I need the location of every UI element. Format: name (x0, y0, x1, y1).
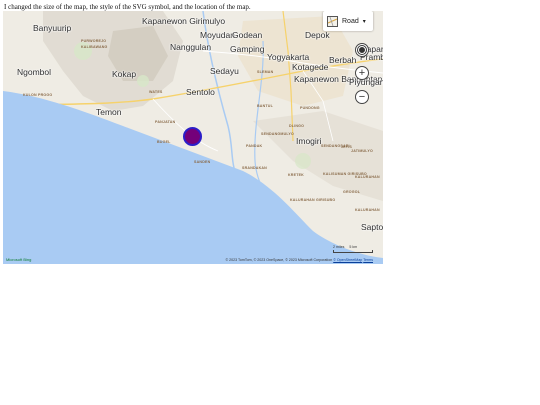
label-moyudan: Moyudan (200, 30, 235, 40)
label-sleman: SLEMAN (257, 70, 274, 74)
label-kretek: KRETEK (288, 173, 304, 177)
map-style-picker[interactable]: Road ▾ (323, 11, 373, 31)
zoom-in-button[interactable]: + (355, 66, 369, 80)
label-pundong: PUNDONG (300, 106, 320, 110)
label-grogol: GROGOL (343, 190, 361, 194)
label-panjatan: PANJATAN (155, 120, 176, 124)
label-kalurahan-2: KALURAHAN (355, 208, 380, 212)
label-nanggulan: Nanggulan (170, 42, 212, 52)
copyright-notice: © 2023 TomTom, © 2023 OneSpace, © 2023 M… (225, 258, 333, 262)
label-sentolo: Sentolo (186, 87, 215, 97)
zoom-out-button[interactable]: − (355, 90, 369, 104)
label-sendangmulyo: SENDANGMULYO (261, 132, 295, 136)
label-sanden: SANDEN (194, 160, 211, 164)
label-bantul: BANTUL (257, 104, 273, 108)
label-kulon-progo: KULON PROGO (23, 93, 53, 97)
caption-text: I changed the size of the map, the style… (4, 3, 251, 11)
map-container[interactable]: Kapanewon Girimulyo Banyuurip Moyudan Go… (3, 11, 383, 264)
scale-km-label: 5 km (349, 245, 358, 249)
label-purworejo: PURWOREJO (81, 39, 107, 43)
label-wates: WATES (149, 90, 163, 94)
terms-link[interactable]: Terms (363, 258, 373, 262)
label-ngombol: Ngombol (17, 67, 52, 77)
label-dlingo: DLINGO (289, 124, 305, 128)
label-yogyakarta: Yogyakarta (267, 52, 310, 62)
label-kotagede: Kotagede (292, 62, 329, 72)
label-jatimulyo: JATIMULYO (351, 149, 373, 153)
locate-me-button[interactable] (355, 43, 369, 57)
label-pandak: PANDAK (246, 144, 263, 148)
label-piyungan-partial: Piyungan (349, 77, 383, 87)
label-srandakan: SRANDAKAN (242, 166, 267, 170)
map-style-label: Road (342, 17, 359, 25)
label-kalurahan-girisubo: KALURAHAN GIRISUBO (290, 198, 336, 202)
scale-bar: 2 miles 5 km (333, 245, 373, 253)
microsoft-bing-logo: Microsoft Bing (6, 257, 32, 262)
label-godean: Godean (232, 30, 263, 40)
label-kalibawang: KALIBAWANG (81, 45, 108, 49)
chevron-down-icon: ▾ (362, 18, 366, 25)
label-kokap: Kokap (112, 69, 137, 79)
minus-icon: − (358, 90, 366, 103)
label-kapanewon-girimulyo: Kapanewon Girimulyo (142, 16, 226, 26)
road-style-thumbnail-icon (327, 15, 338, 27)
label-imogiri: Imogiri (296, 136, 322, 146)
openstreetmap-link[interactable]: © OpenStreetMap (333, 258, 362, 262)
label-sapto-partial: Sapto (361, 222, 383, 232)
plus-icon: + (358, 66, 366, 79)
label-sedayu: Sedayu (210, 66, 239, 76)
label-bugel: BUGEL (157, 140, 171, 144)
label-kalurahan-1: KALURAHAN (355, 175, 380, 179)
copyright-text: © 2023 TomTom, © 2023 OneSpace, © 2023 M… (225, 258, 373, 262)
scale-miles-label: 2 miles (333, 245, 345, 249)
label-depok: Depok (305, 30, 330, 40)
map-footer: Microsoft Bing © 2023 TomTom, © 2023 One… (3, 255, 383, 264)
label-sendangsari: SENDANGSARI (321, 144, 350, 148)
label-gamping: Gamping (230, 44, 265, 54)
label-temon: Temon (96, 107, 122, 117)
locate-icon (358, 46, 366, 54)
label-banyuurip: Banyuurip (33, 23, 72, 33)
label-berbah: Berbah (329, 55, 357, 65)
map-marker-symbol[interactable] (183, 127, 202, 146)
